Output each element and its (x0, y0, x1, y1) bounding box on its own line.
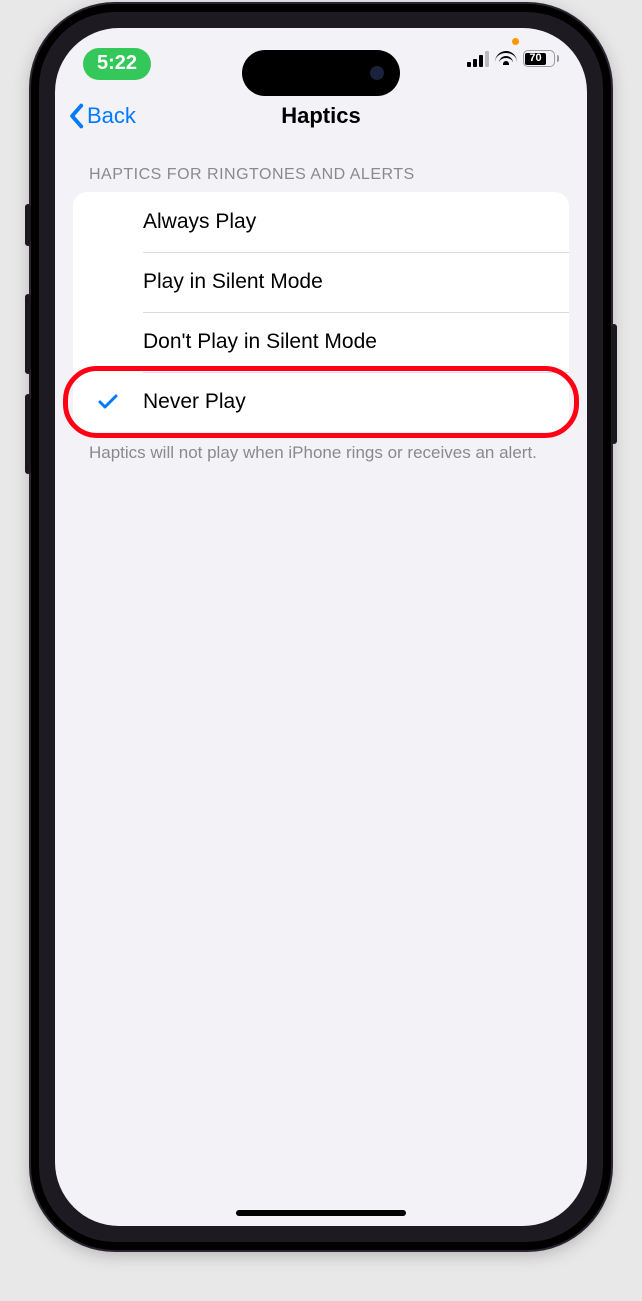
page-title: Haptics (281, 103, 360, 129)
silence-switch[interactable] (25, 204, 31, 246)
back-button-label: Back (87, 103, 136, 129)
checkmark-icon (95, 389, 121, 415)
battery-percent-label: 70 (529, 53, 541, 64)
back-button[interactable]: Back (67, 103, 136, 129)
volume-up-button[interactable] (25, 294, 31, 374)
option-label: Play in Silent Mode (143, 270, 323, 294)
side-button[interactable] (611, 324, 617, 444)
options-list: Always Play Play in Silent Mode Don't Pl… (73, 192, 569, 432)
annotation-highlight (63, 366, 579, 438)
section-footnote: Haptics will not play when iPhone rings … (73, 432, 569, 465)
dynamic-island (242, 50, 400, 96)
option-label: Don't Play in Silent Mode (143, 330, 377, 354)
option-always-play[interactable]: Always Play (73, 192, 569, 252)
option-label: Never Play (143, 390, 246, 414)
home-indicator[interactable] (236, 1210, 406, 1216)
chevron-left-icon (67, 103, 85, 129)
privacy-indicator-dot (512, 38, 519, 45)
wifi-icon (495, 51, 517, 67)
battery-indicator: 70 (523, 50, 560, 67)
option-never-play[interactable]: Never Play (73, 372, 569, 432)
section-header: HAPTICS FOR RINGTONES AND ALERTS (73, 144, 569, 192)
cellular-signal-icon (467, 51, 489, 67)
option-dont-play-in-silent-mode[interactable]: Don't Play in Silent Mode (73, 312, 569, 372)
option-label: Always Play (143, 210, 256, 234)
navigation-bar: Back Haptics (55, 88, 587, 144)
option-play-in-silent-mode[interactable]: Play in Silent Mode (73, 252, 569, 312)
screen: 5:22 70 Back Haptics (55, 28, 587, 1226)
volume-down-button[interactable] (25, 394, 31, 474)
iphone-frame: 5:22 70 Back Haptics (31, 4, 611, 1250)
status-time-pill[interactable]: 5:22 (83, 48, 151, 80)
